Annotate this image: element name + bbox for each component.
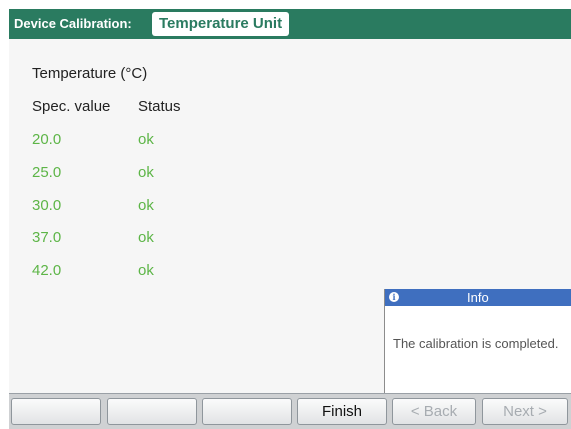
status-cell: ok (138, 197, 154, 214)
table-row: 30.0 ok (9, 197, 309, 217)
info-header: i Info (385, 289, 571, 306)
status-cell: ok (138, 131, 154, 148)
temperature-heading: Temperature (°C) (32, 65, 148, 82)
spec-value-cell: 30.0 (32, 197, 62, 214)
spec-value-cell: 37.0 (32, 229, 62, 246)
table-row: 42.0 ok (9, 262, 309, 282)
column-header-status: Status (138, 98, 181, 115)
title-prefix: Device Calibration: (14, 16, 132, 31)
softkey-3-button[interactable] (202, 398, 292, 425)
spec-value-cell: 42.0 (32, 262, 62, 279)
back-button[interactable]: < Back (392, 398, 476, 425)
info-title: Info (467, 290, 489, 305)
spec-value-cell: 25.0 (32, 164, 62, 181)
title-tab: Temperature Unit (152, 12, 290, 36)
info-message: The calibration is completed. (393, 336, 559, 351)
status-cell: ok (138, 164, 154, 181)
info-icon: i (389, 292, 399, 302)
status-cell: ok (138, 229, 154, 246)
info-panel: i Info The calibration is completed. (384, 289, 571, 393)
softkey-1-button[interactable] (11, 398, 101, 425)
spec-value-cell: 20.0 (32, 131, 62, 148)
title-bar: Device Calibration: Temperature Unit (9, 9, 571, 39)
finish-button[interactable]: Finish (297, 398, 387, 425)
table-row: 37.0 ok (9, 229, 309, 249)
status-cell: ok (138, 262, 154, 279)
table-row: 25.0 ok (9, 164, 309, 184)
next-button[interactable]: Next > (482, 398, 568, 425)
column-header-spec-value: Spec. value (32, 98, 111, 115)
button-bar: Finish < Back Next > (9, 393, 571, 429)
calibration-screen: Device Calibration: Temperature Unit Tem… (9, 9, 571, 429)
table-row: 20.0 ok (9, 131, 309, 151)
softkey-2-button[interactable] (107, 398, 197, 425)
